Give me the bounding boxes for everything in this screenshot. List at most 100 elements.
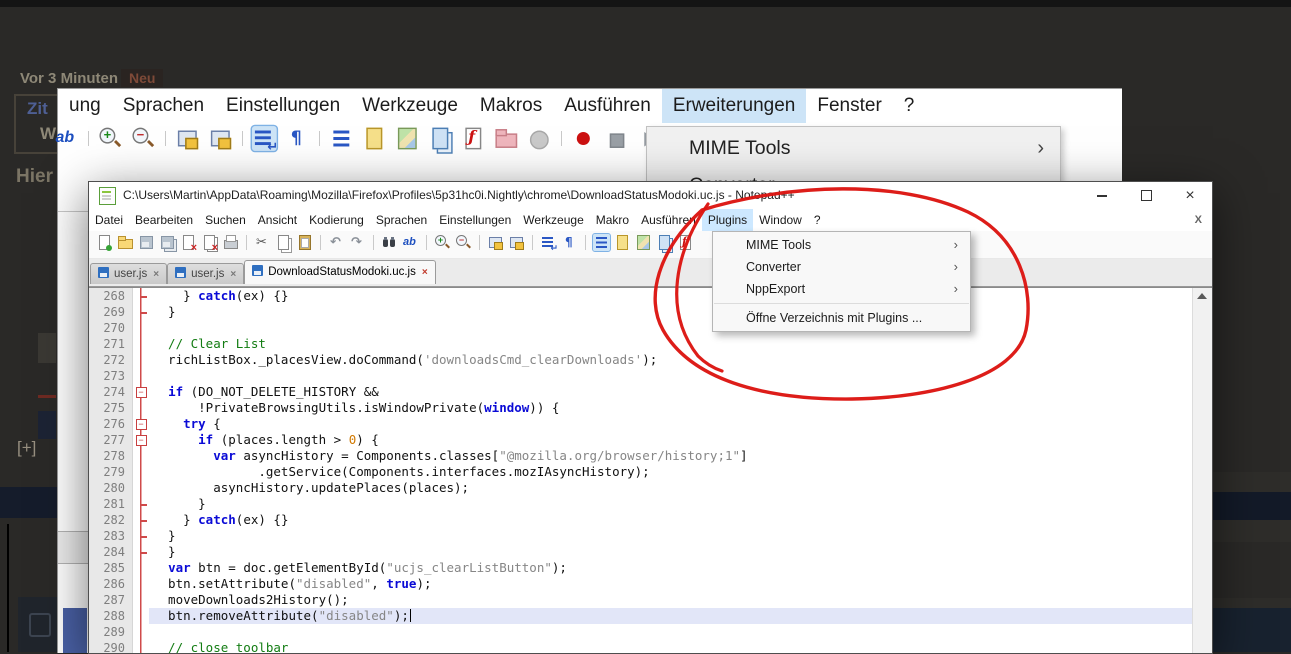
menu-item-nppexport[interactable]: NppExport› bbox=[713, 278, 970, 300]
menu-item-werkzeuge[interactable]: Werkzeuge bbox=[517, 209, 589, 231]
zoom-out-icon[interactable] bbox=[455, 234, 472, 251]
copy-icon[interactable] bbox=[275, 234, 292, 251]
find-icon[interactable] bbox=[381, 234, 398, 251]
close-button[interactable]: × bbox=[1168, 182, 1212, 209]
paste-icon[interactable] bbox=[296, 234, 313, 251]
code-text[interactable]: !PrivateBrowsingUtils.isWindowPrivate(wi… bbox=[149, 400, 1193, 416]
menu-item-item[interactable]: ? bbox=[808, 209, 827, 231]
menu-item-erweiterungen[interactable]: Erweiterungen bbox=[662, 89, 807, 123]
record-icon[interactable] bbox=[571, 126, 596, 151]
tab-user-js[interactable]: user.js× bbox=[90, 263, 167, 284]
code-text[interactable]: .getService(Components.interfaces.mozIAs… bbox=[149, 464, 1193, 480]
indent-guide-icon[interactable] bbox=[329, 126, 354, 151]
menu-item-ung[interactable]: ung bbox=[58, 89, 112, 123]
save-all-icon[interactable] bbox=[159, 234, 176, 251]
fold-collapse-icon[interactable]: − bbox=[136, 419, 147, 430]
menu-item-bearbeiten[interactable]: Bearbeiten bbox=[129, 209, 199, 231]
menu-item-sprachen[interactable]: Sprachen bbox=[370, 209, 433, 231]
view-sync2-icon[interactable] bbox=[508, 234, 525, 251]
minimize-button[interactable] bbox=[1080, 182, 1124, 209]
code-text[interactable]: moveDownloads2History(); bbox=[149, 592, 1193, 608]
fold-collapse-icon[interactable]: − bbox=[136, 435, 147, 446]
save-icon[interactable] bbox=[138, 234, 155, 251]
code-text[interactable]: } bbox=[149, 544, 1193, 560]
show-symbols-icon[interactable] bbox=[285, 126, 310, 151]
macro-doc-icon[interactable] bbox=[461, 126, 486, 151]
menu-item-ansicht[interactable]: Ansicht bbox=[252, 209, 303, 231]
maximize-button[interactable] bbox=[1124, 182, 1168, 209]
stop-icon[interactable] bbox=[604, 126, 629, 151]
code-text[interactable] bbox=[149, 320, 1193, 336]
fold-margin[interactable]: − bbox=[133, 432, 149, 448]
code-text[interactable]: richListBox._placesView.doCommand('downl… bbox=[149, 352, 1193, 368]
code-text[interactable]: asyncHistory.updatePlaces(places); bbox=[149, 480, 1193, 496]
menu-item-item[interactable]: ? bbox=[893, 89, 926, 123]
code-editor[interactable]: 268 } catch(ex) {}269 }270271 // Clear L… bbox=[89, 287, 1212, 654]
menu-item-window[interactable]: Window bbox=[753, 209, 808, 231]
zoom-out-icon[interactable] bbox=[131, 126, 156, 151]
menu-item-ausf-hren[interactable]: Ausführen bbox=[553, 89, 662, 123]
menu-item-einstellungen[interactable]: Einstellungen bbox=[433, 209, 517, 231]
fold-collapse-icon[interactable]: − bbox=[136, 387, 147, 398]
function-list-icon[interactable] bbox=[614, 234, 631, 251]
close-doc-icon[interactable] bbox=[180, 234, 197, 251]
menu-item-suchen[interactable]: Suchen bbox=[199, 209, 252, 231]
zoom-in-icon[interactable] bbox=[434, 234, 451, 251]
redo-icon[interactable] bbox=[349, 234, 366, 251]
menu-item-plugins[interactable]: Plugins bbox=[702, 209, 753, 231]
code-text[interactable]: try { bbox=[149, 416, 1193, 432]
close-all-icon[interactable] bbox=[201, 234, 218, 251]
menu-item-makro[interactable]: Makro bbox=[590, 209, 635, 231]
menu-item-kodierung[interactable]: Kodierung bbox=[303, 209, 370, 231]
expander-control[interactable]: [+] bbox=[17, 438, 36, 458]
title-bar[interactable]: C:\Users\Martin\AppData\Roaming\Mozilla\… bbox=[89, 182, 1212, 209]
menu-item-fenster[interactable]: Fenster bbox=[806, 89, 892, 123]
new-file-icon[interactable] bbox=[96, 234, 113, 251]
replace-icon[interactable] bbox=[54, 126, 79, 151]
close-tab-icon[interactable]: × bbox=[422, 267, 428, 278]
menu-item-mime-tools[interactable]: MIME Tools› bbox=[647, 130, 1060, 167]
code-text[interactable]: if (DO_NOT_DELETE_HISTORY && bbox=[149, 384, 1193, 400]
macro-doc-icon[interactable] bbox=[677, 234, 694, 251]
menu-item-mime-tools[interactable]: MIME Tools› bbox=[713, 234, 970, 256]
replace-icon[interactable] bbox=[402, 234, 419, 251]
code-text[interactable]: } bbox=[149, 528, 1193, 544]
doc-map-icon[interactable] bbox=[395, 126, 420, 151]
menu-item-ausf-hren[interactable]: Ausführen bbox=[635, 209, 702, 231]
code-text[interactable]: btn.removeAttribute("disabled"); bbox=[149, 608, 1193, 624]
vertical-scrollbar[interactable] bbox=[1192, 288, 1212, 654]
indent-guide-icon[interactable] bbox=[593, 234, 610, 251]
show-symbols-icon[interactable] bbox=[561, 234, 578, 251]
code-text[interactable] bbox=[149, 368, 1193, 384]
menu-item-converter[interactable]: Converter› bbox=[713, 256, 970, 278]
doc-map-icon[interactable] bbox=[635, 234, 652, 251]
view-sync2-icon[interactable] bbox=[208, 126, 233, 151]
code-text[interactable]: // Clear List bbox=[149, 336, 1193, 352]
close-tab-icon[interactable]: × bbox=[230, 269, 236, 280]
code-text[interactable]: } catch(ex) {} bbox=[149, 512, 1193, 528]
scroll-up-icon[interactable] bbox=[1197, 293, 1207, 299]
print-icon[interactable] bbox=[222, 234, 239, 251]
doc-switcher-icon[interactable] bbox=[656, 234, 673, 251]
menu-item-werkzeuge[interactable]: Werkzeuge bbox=[351, 89, 469, 123]
code-text[interactable] bbox=[149, 624, 1193, 640]
code-text[interactable]: var asyncHistory = Components.classes["@… bbox=[149, 448, 1193, 464]
code-text[interactable]: } catch(ex) {} bbox=[149, 288, 1193, 304]
doc-switcher-icon[interactable] bbox=[428, 126, 453, 151]
word-wrap-icon[interactable] bbox=[252, 126, 277, 151]
code-text[interactable]: if (places.length > 0) { bbox=[149, 432, 1193, 448]
close-tab-icon[interactable]: × bbox=[153, 269, 159, 280]
quote-link[interactable]: Zit bbox=[27, 99, 48, 119]
undo-icon[interactable] bbox=[328, 234, 345, 251]
zoom-in-icon[interactable] bbox=[98, 126, 123, 151]
function-list-icon[interactable] bbox=[362, 126, 387, 151]
cut-icon[interactable] bbox=[254, 234, 271, 251]
tab-user-js[interactable]: user.js× bbox=[167, 263, 244, 284]
code-text[interactable]: var btn = doc.getElementById("ucjs_clear… bbox=[149, 560, 1193, 576]
menu-item-sprachen[interactable]: Sprachen bbox=[112, 89, 215, 123]
view-sync1-icon[interactable] bbox=[175, 126, 200, 151]
fold-margin[interactable]: − bbox=[133, 384, 149, 400]
code-text[interactable]: } bbox=[149, 496, 1193, 512]
macro-disabled-icon[interactable] bbox=[527, 126, 552, 151]
folder-pink-icon[interactable] bbox=[494, 126, 519, 151]
